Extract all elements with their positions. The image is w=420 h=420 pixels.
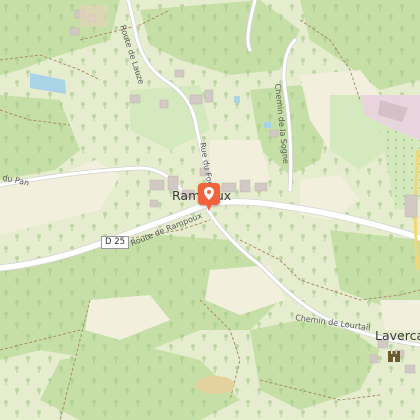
farm-yard (80, 5, 108, 27)
location-pin-icon[interactable] (198, 183, 220, 211)
pin-glyph (204, 187, 214, 200)
place-label-laverca: Laverca (375, 328, 420, 343)
map-canvas[interactable]: Route de Lauze Rue du Four Chemin de la … (0, 0, 420, 420)
road-shield-d25: D 25 (101, 236, 130, 249)
sand-patch (195, 376, 235, 394)
castle-icon (388, 351, 400, 362)
